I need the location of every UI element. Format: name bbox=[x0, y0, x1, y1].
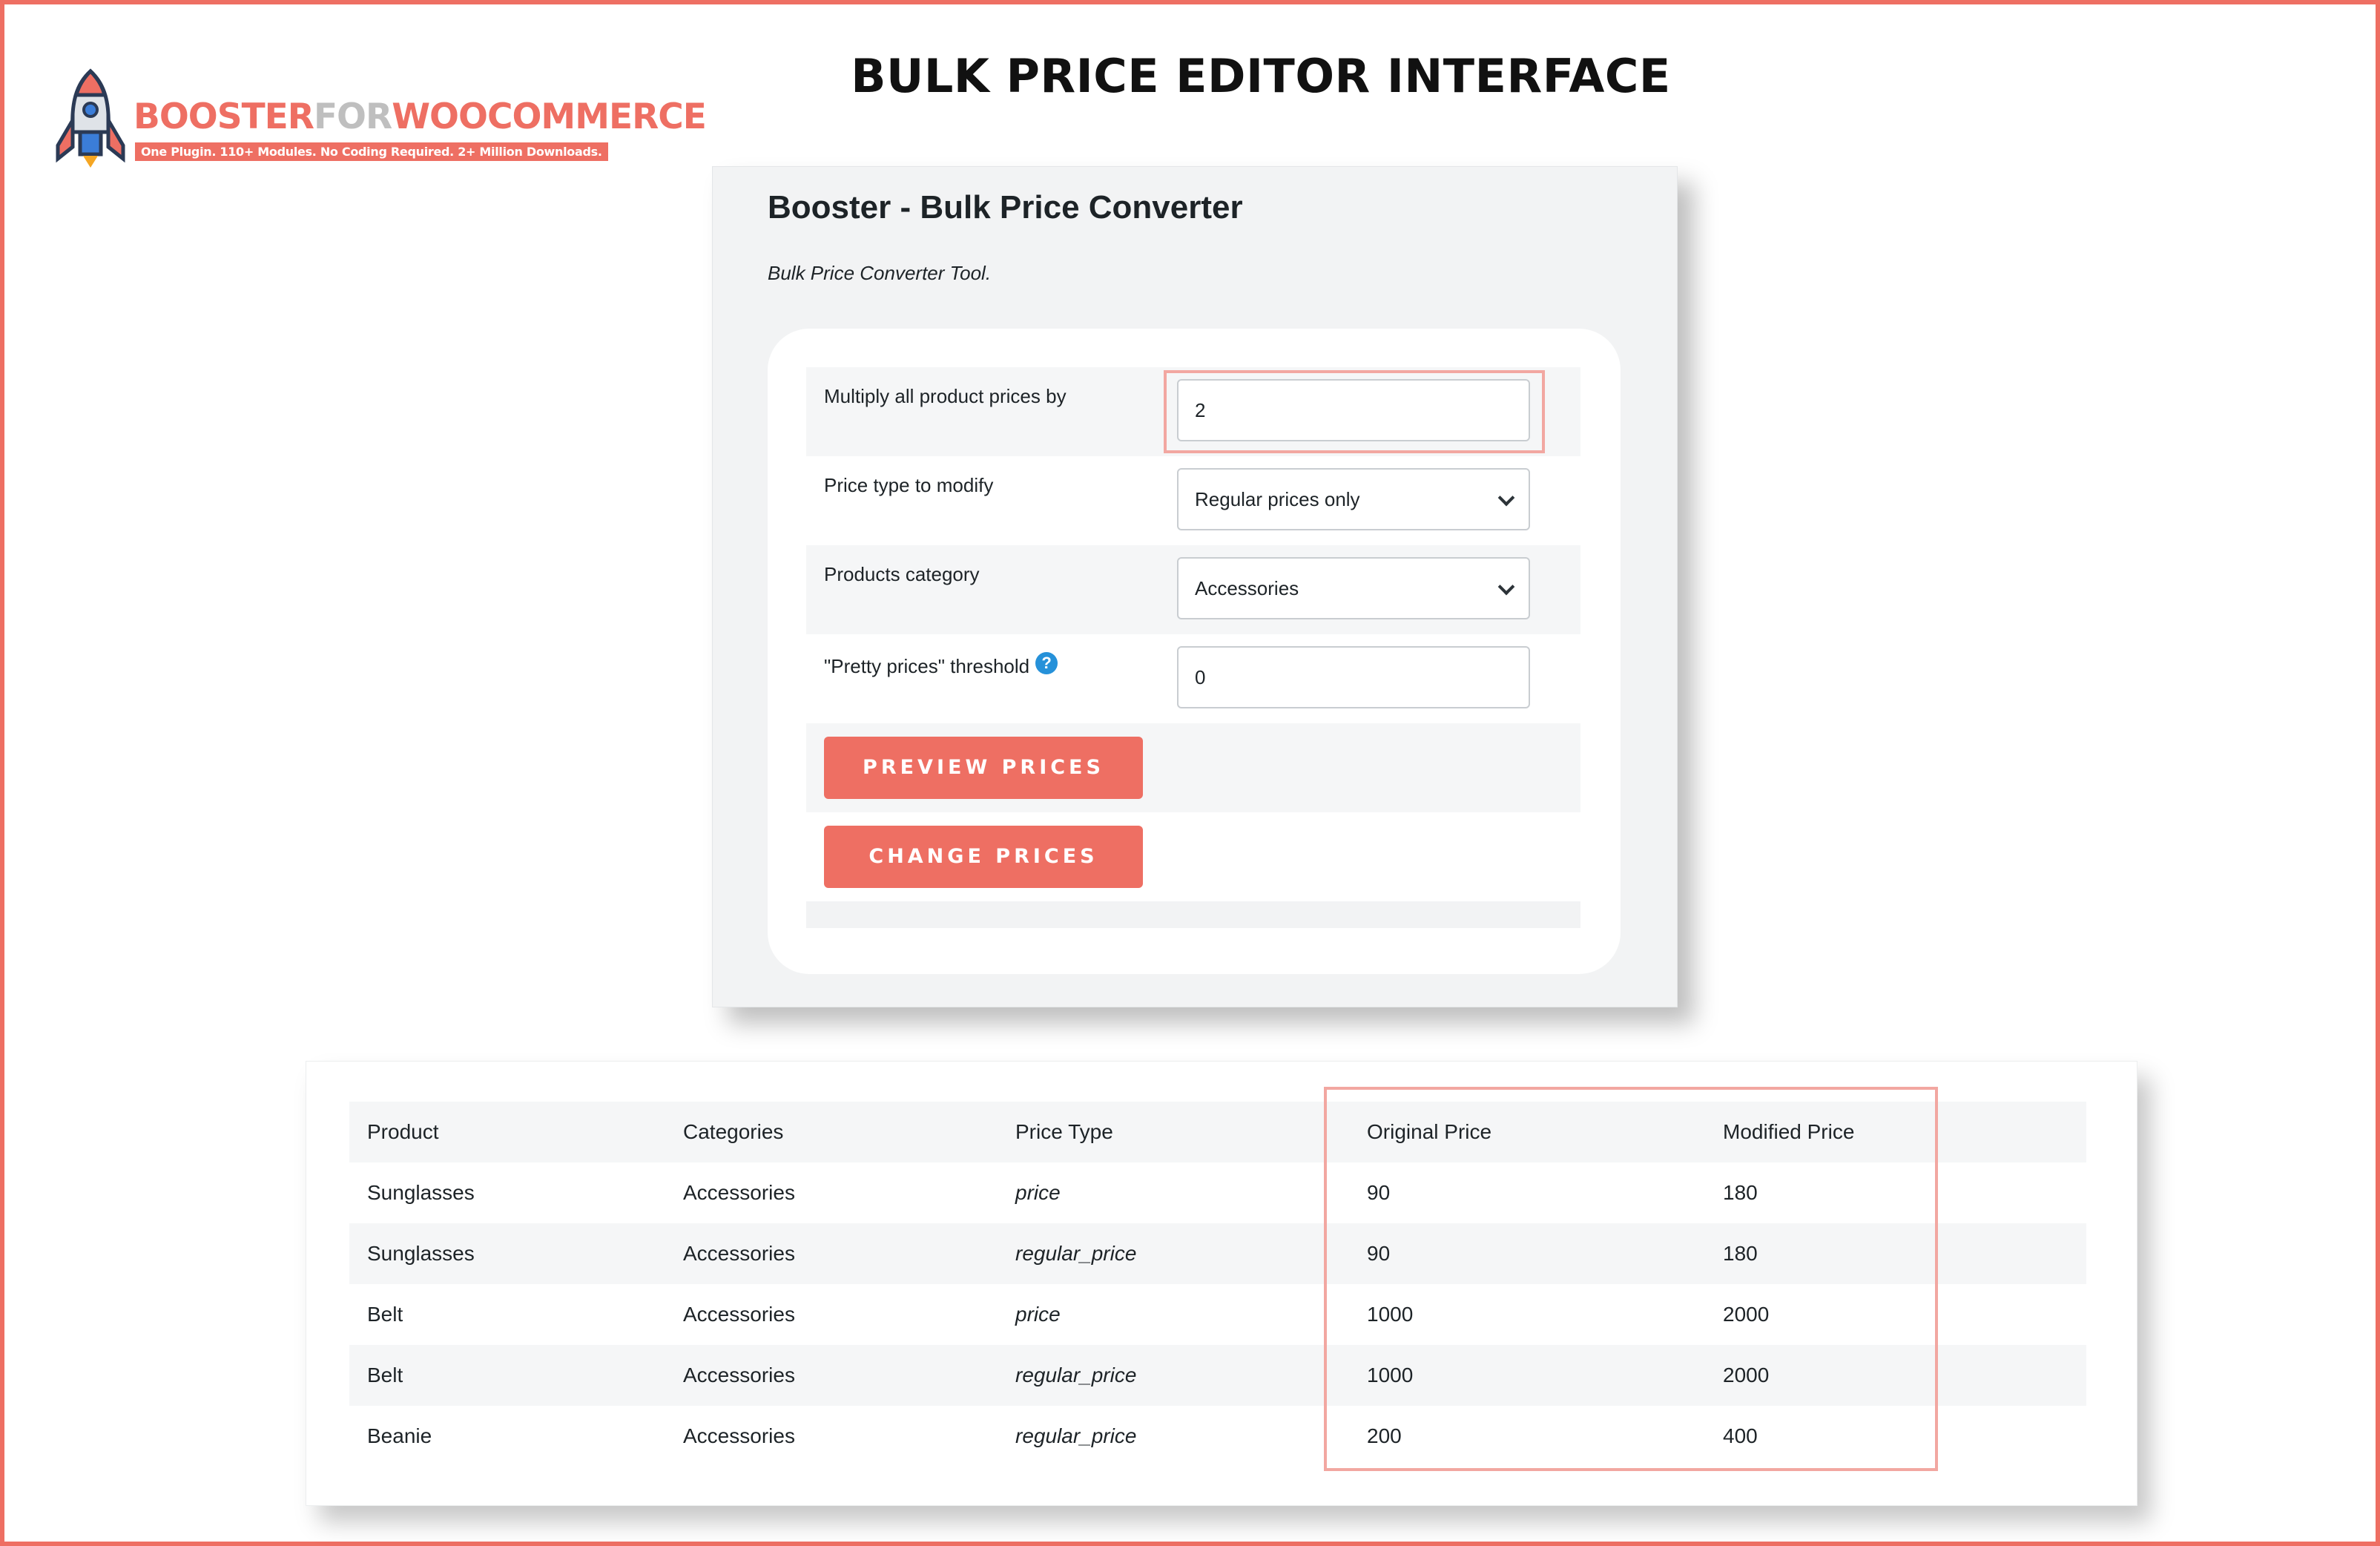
logo-word-booster: BOOSTER bbox=[133, 96, 314, 137]
cell-category: Accessories bbox=[683, 1303, 795, 1326]
form-footer-strip bbox=[806, 901, 1580, 928]
category-selected: Accessories bbox=[1195, 577, 1299, 599]
bulk-price-converter-panel: Booster - Bulk Price Converter Bulk Pric… bbox=[712, 166, 1678, 1007]
table-row: Belt Accessories price 1000 2000 bbox=[349, 1284, 2086, 1345]
header-modified-price: Modified Price bbox=[1723, 1120, 1855, 1143]
cell-price-type: price bbox=[1015, 1181, 1061, 1204]
cell-category: Accessories bbox=[683, 1424, 795, 1447]
cell-price-type: regular_price bbox=[1015, 1364, 1137, 1387]
cell-product: Sunglasses bbox=[367, 1181, 475, 1204]
change-row: CHANGE PRICES bbox=[806, 812, 1580, 901]
table-row: Sunglasses Accessories regular_price 90 … bbox=[349, 1223, 2086, 1284]
help-icon[interactable]: ? bbox=[1035, 652, 1058, 674]
category-label: Products category bbox=[824, 563, 980, 585]
rocket-icon bbox=[56, 68, 125, 168]
category-row: Products category Accessories bbox=[806, 545, 1580, 634]
results-panel: Product Categories Price Type Original P… bbox=[306, 1061, 2137, 1506]
multiply-row: Multiply all product prices by 2 bbox=[806, 367, 1580, 456]
cell-original-price: 200 bbox=[1367, 1424, 1402, 1447]
cell-product: Belt bbox=[367, 1364, 403, 1387]
pretty-prices-label-wrap: "Pretty prices" threshold? bbox=[824, 652, 1058, 678]
cell-original-price: 1000 bbox=[1367, 1303, 1414, 1326]
cell-original-price: 90 bbox=[1367, 1181, 1391, 1204]
cell-modified-price: 400 bbox=[1723, 1424, 1758, 1447]
header-product: Product bbox=[367, 1120, 439, 1143]
cell-modified-price: 180 bbox=[1723, 1242, 1758, 1265]
cell-price-type: price bbox=[1015, 1303, 1061, 1326]
booster-logo: BOOSTERFORWOOCOMMERCE One Plugin. 110+ M… bbox=[53, 68, 707, 172]
table-header-row: Product Categories Price Type Original P… bbox=[349, 1102, 2086, 1162]
settings-form: Multiply all product prices by 2 Price t… bbox=[806, 367, 1580, 928]
cell-modified-price: 180 bbox=[1723, 1181, 1758, 1204]
chevron-down-icon bbox=[1497, 489, 1515, 507]
cell-price-type: regular_price bbox=[1015, 1424, 1137, 1447]
header-original-price: Original Price bbox=[1367, 1120, 1492, 1143]
price-type-label: Price type to modify bbox=[824, 474, 994, 496]
table-row: Sunglasses Accessories price 90 180 bbox=[349, 1162, 2086, 1223]
cell-product: Belt bbox=[367, 1303, 403, 1326]
logo-word-woocommerce: WOOCOMMERCE bbox=[392, 96, 707, 137]
cell-modified-price: 2000 bbox=[1723, 1364, 1770, 1387]
cell-modified-price: 2000 bbox=[1723, 1303, 1770, 1326]
change-prices-button[interactable]: CHANGE PRICES bbox=[824, 826, 1143, 888]
header-price-type: Price Type bbox=[1015, 1120, 1113, 1143]
category-select[interactable]: Accessories bbox=[1177, 557, 1530, 619]
price-type-select[interactable]: Regular prices only bbox=[1177, 468, 1530, 530]
pretty-prices-input[interactable]: 0 bbox=[1177, 646, 1530, 708]
settings-card: Multiply all product prices by 2 Price t… bbox=[768, 329, 1621, 974]
cell-original-price: 90 bbox=[1367, 1242, 1391, 1265]
price-type-row: Price type to modify Regular prices only bbox=[806, 456, 1580, 545]
logo-tagline: One Plugin. 110+ Modules. No Coding Requ… bbox=[135, 142, 608, 161]
cell-product: Beanie bbox=[367, 1424, 432, 1447]
multiply-label: Multiply all product prices by bbox=[824, 385, 1067, 407]
logo-wordmark: BOOSTERFORWOOCOMMERCE bbox=[133, 96, 707, 137]
panel-title: Booster - Bulk Price Converter bbox=[768, 189, 1243, 226]
cell-original-price: 1000 bbox=[1367, 1364, 1414, 1387]
panel-description: Bulk Price Converter Tool. bbox=[768, 262, 992, 284]
cell-category: Accessories bbox=[683, 1364, 795, 1387]
preview-prices-button[interactable]: PREVIEW PRICES bbox=[824, 737, 1143, 799]
table-row: Beanie Accessories regular_price 200 400 bbox=[349, 1406, 2086, 1467]
pretty-prices-row: "Pretty prices" threshold? 0 bbox=[806, 634, 1580, 723]
pretty-prices-label: "Pretty prices" threshold bbox=[824, 655, 1030, 677]
multiply-input[interactable]: 2 bbox=[1177, 379, 1530, 441]
chevron-down-icon bbox=[1497, 578, 1515, 596]
table-row: Belt Accessories regular_price 1000 2000 bbox=[349, 1345, 2086, 1406]
header-categories: Categories bbox=[683, 1120, 784, 1143]
price-type-selected: Regular prices only bbox=[1195, 488, 1360, 510]
logo-word-for: FOR bbox=[313, 96, 392, 137]
results-table: Product Categories Price Type Original P… bbox=[349, 1102, 2086, 1467]
page-heading: BULK PRICE EDITOR INTERFACE bbox=[851, 49, 1671, 103]
cell-product: Sunglasses bbox=[367, 1242, 475, 1265]
preview-row: PREVIEW PRICES bbox=[806, 723, 1580, 812]
cell-category: Accessories bbox=[683, 1181, 795, 1204]
cell-category: Accessories bbox=[683, 1242, 795, 1265]
cell-price-type: regular_price bbox=[1015, 1242, 1137, 1265]
